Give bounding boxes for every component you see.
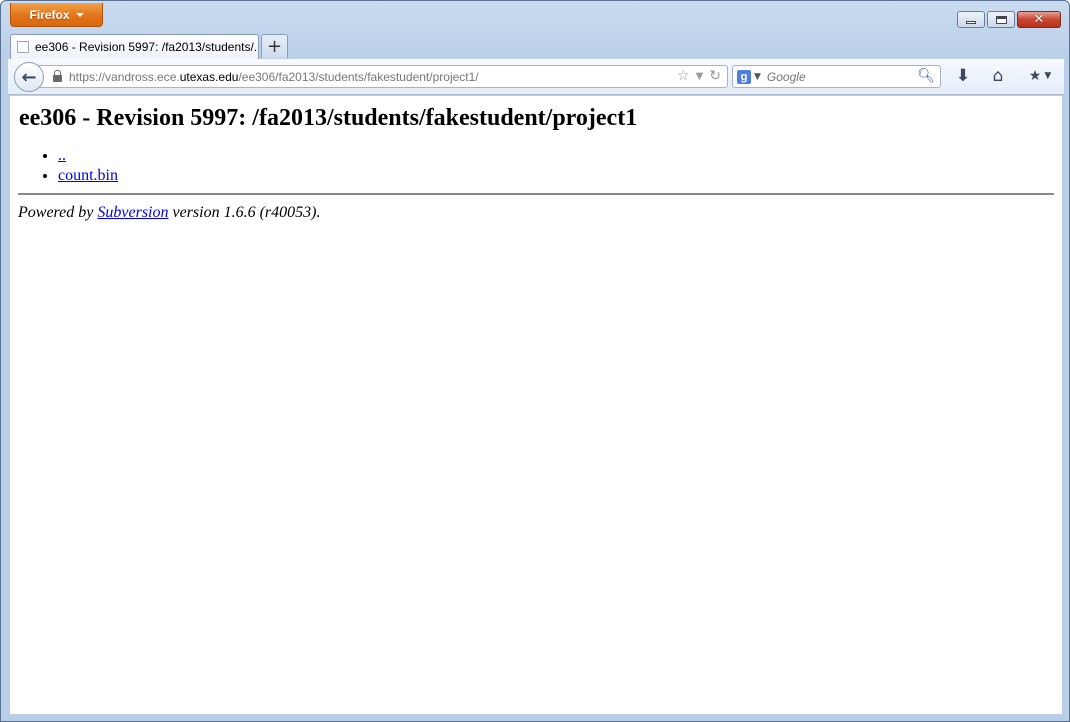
page-title: ee306 - Revision 5997: /fa2013/students/… (19, 105, 638, 131)
home-icon: ⌂ (992, 66, 1004, 86)
file-link-count-bin[interactable]: count.bin (58, 167, 118, 184)
page-content: ee306 - Revision 5997: /fa2013/students/… (10, 96, 1062, 714)
url-prefix: https://vandross.ece. (69, 69, 180, 84)
tab-title: ee306 - Revision 5997: /fa2013/students/… (35, 40, 258, 54)
new-tab-button[interactable]: + (261, 34, 288, 58)
url-domain: utexas.edu (179, 69, 239, 84)
download-arrow-icon: ⬇ (955, 66, 971, 86)
minimize-button[interactable] (957, 11, 985, 28)
bookmarks-icon: ★ (1028, 68, 1042, 84)
bookmark-star-icon[interactable]: ☆ (677, 68, 690, 84)
close-window-button[interactable]: ✕ (1017, 11, 1061, 28)
plus-icon: + (266, 36, 283, 57)
back-button[interactable]: ← (14, 62, 44, 92)
list-item: .. (58, 146, 1062, 166)
footer-suffix: version 1.6.6 (r40053). (168, 204, 321, 221)
reload-icon[interactable]: ↻ (709, 68, 721, 84)
caret-down-icon (75, 12, 84, 17)
lock-icon[interactable] (53, 69, 62, 82)
window-controls: ✕ (957, 11, 1061, 28)
url-text: https://vandross.ece.utexas.edu/ee306/fa… (69, 70, 479, 84)
tab-active[interactable]: ee306 - Revision 5997: /fa2013/students/… (10, 34, 259, 59)
history-dropdown-icon[interactable]: ▼ (696, 71, 704, 82)
url-bar-icons: ☆ ▼ ↻ (677, 68, 721, 84)
list-item: count.bin (58, 166, 1062, 186)
footer-prefix: Powered by (18, 204, 98, 221)
maximize-button[interactable] (987, 11, 1015, 28)
back-arrow-icon: ← (21, 66, 37, 88)
browser-window: Firefox ✕ ee306 - Revision 5997: /fa2013… (0, 0, 1070, 722)
divider (18, 193, 1054, 195)
home-button[interactable]: ⌂ (988, 66, 1008, 86)
google-engine-icon[interactable]: g (737, 69, 751, 84)
search-icon[interactable]: 🔍︎ (917, 68, 935, 84)
url-bar[interactable]: https://vandross.ece.utexas.edu/ee306/fa… (38, 65, 728, 88)
close-icon: ✕ (1033, 12, 1045, 27)
minimize-icon (966, 20, 976, 24)
bookmarks-menu-button[interactable]: ★ ▼ (1024, 66, 1056, 86)
firefox-menu-button[interactable]: Firefox (10, 3, 103, 27)
page-favicon-icon (17, 41, 29, 53)
footer: Powered by Subversion version 1.6.6 (r40… (18, 204, 1062, 222)
parent-directory-link[interactable]: .. (58, 147, 66, 164)
downloads-button[interactable]: ⬇ (953, 66, 973, 86)
chevron-down-icon: ▼ (1044, 71, 1052, 81)
file-list: .. count.bin (10, 146, 1062, 186)
chevron-down-icon[interactable]: ▼ (754, 72, 761, 82)
subversion-link[interactable]: Subversion (97, 204, 168, 221)
navigation-toolbar: https://vandross.ece.utexas.edu/ee306/fa… (8, 59, 1064, 95)
search-input[interactable] (766, 69, 907, 84)
maximize-icon (995, 15, 1007, 24)
search-bar[interactable]: g ▼ 🔍︎ (732, 65, 941, 88)
url-path: /ee306/fa2013/students/fakestudent/proje… (238, 69, 479, 84)
firefox-menu-label: Firefox (29, 7, 70, 22)
